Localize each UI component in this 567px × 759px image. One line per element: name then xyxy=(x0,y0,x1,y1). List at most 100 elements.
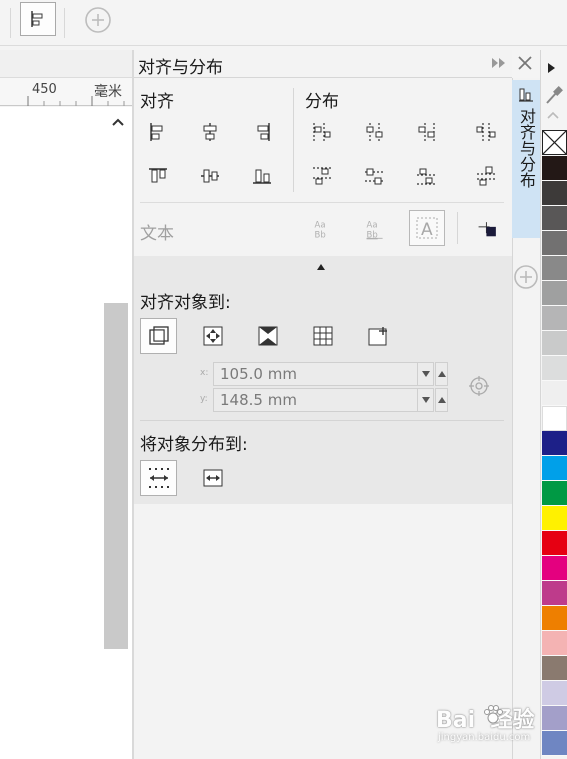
align-left-icon xyxy=(28,9,48,29)
drawing-canvas[interactable] xyxy=(0,107,104,759)
text-last-baseline-button[interactable]: Aa Bb xyxy=(362,216,388,242)
color-swatch[interactable] xyxy=(542,156,567,181)
align-to-active-objects-button[interactable] xyxy=(140,318,177,354)
text-bounding-box-icon: A xyxy=(416,217,438,240)
align-bottom-button[interactable] xyxy=(250,164,274,188)
color-swatch[interactable] xyxy=(542,531,567,556)
y-unit-dropdown[interactable] xyxy=(418,388,434,412)
color-swatch[interactable] xyxy=(542,631,567,656)
color-swatch[interactable] xyxy=(542,606,567,631)
docker-tab-label: 对齐与分布 xyxy=(517,108,536,188)
scroll-up-arrow[interactable] xyxy=(108,113,128,131)
text-first-baseline-button[interactable]: Aa Bb xyxy=(310,216,336,242)
align-top-button[interactable] xyxy=(146,164,170,188)
text-bounding-box-button[interactable]: A xyxy=(409,210,445,246)
distribute-top-icon xyxy=(313,167,331,185)
align-toolbar-button[interactable] xyxy=(20,2,56,36)
triangle-up-icon xyxy=(314,262,330,272)
align-right-icon xyxy=(257,123,270,141)
crosshair-target-button[interactable] xyxy=(467,374,491,398)
distribute-to-page-button[interactable] xyxy=(201,466,225,490)
align-to-grid-button[interactable] xyxy=(311,324,335,348)
triangle-down-icon xyxy=(421,370,431,378)
triangle-right-icon xyxy=(546,62,560,74)
color-swatch[interactable] xyxy=(542,656,567,681)
panel-title-bar: 对齐与分布 xyxy=(134,50,512,78)
y-coordinate-field[interactable]: 148.5 mm xyxy=(213,388,418,412)
svg-text:Aa: Aa xyxy=(315,219,326,229)
distribute-left-icon xyxy=(313,123,331,141)
align-center-horizontal-button[interactable] xyxy=(198,120,222,144)
color-swatch[interactable] xyxy=(542,256,567,281)
align-center-vertical-button[interactable] xyxy=(198,164,222,188)
y-coordinate-value: 148.5 mm xyxy=(220,391,297,409)
plus-circle-icon xyxy=(84,6,112,34)
no-color-swatch[interactable] xyxy=(542,130,567,155)
palette-menu-button[interactable] xyxy=(546,62,560,76)
color-swatch[interactable] xyxy=(542,506,567,531)
color-swatch[interactable] xyxy=(542,581,567,606)
color-swatch[interactable] xyxy=(542,206,567,231)
x-unit-dropdown[interactable] xyxy=(418,362,434,386)
distribute-bottom-button[interactable] xyxy=(414,164,438,188)
distribute-spacing-horizontal-button[interactable] xyxy=(474,120,498,144)
x-coordinate-field[interactable]: 105.0 mm xyxy=(213,362,418,386)
distribute-top-button[interactable] xyxy=(310,164,334,188)
collapse-panel-button[interactable] xyxy=(490,56,510,72)
watermark-logo: Bai 经验 jingyan.baidu.com xyxy=(436,700,546,750)
palette-scroll-up[interactable] xyxy=(546,110,562,124)
text-row-divider xyxy=(140,202,504,203)
text-last-baseline-icon: AaBb xyxy=(367,219,383,239)
color-swatch[interactable] xyxy=(542,556,567,581)
close-icon xyxy=(516,54,536,72)
color-swatch[interactable] xyxy=(542,456,567,481)
color-swatch[interactable] xyxy=(542,481,567,506)
distribute-center-vertical-button[interactable] xyxy=(362,164,386,188)
spin-up-icon[interactable] xyxy=(436,363,447,385)
distribute-center-horizontal-icon xyxy=(366,123,383,141)
panel-title: 对齐与分布 xyxy=(138,58,223,78)
distribute-right-button[interactable] xyxy=(414,120,438,144)
color-swatch[interactable] xyxy=(542,331,567,356)
anchor-point-button[interactable] xyxy=(474,216,502,244)
grid-icon xyxy=(313,326,333,346)
horizontal-ruler[interactable]: 450 毫米 xyxy=(0,78,132,106)
add-docker-button[interactable] xyxy=(513,264,539,290)
chevron-up-icon xyxy=(111,117,125,127)
align-right-button[interactable] xyxy=(250,120,274,144)
distribute-left-button[interactable] xyxy=(310,120,334,144)
double-chevron-right-icon xyxy=(490,56,510,70)
align-left-button[interactable] xyxy=(146,120,170,144)
spin-up-icon[interactable] xyxy=(436,389,447,411)
close-panel-button[interactable] xyxy=(516,54,536,74)
color-swatch[interactable] xyxy=(542,306,567,331)
watermark-paw-icon xyxy=(482,704,504,726)
scrollbar-thumb[interactable] xyxy=(104,303,128,649)
distribute-spacing-horizontal-icon xyxy=(476,123,496,141)
color-swatch[interactable] xyxy=(542,356,567,381)
y-coordinate-spinner[interactable] xyxy=(435,388,448,412)
section-collapse-toggle[interactable] xyxy=(314,262,330,274)
color-swatch[interactable] xyxy=(542,181,567,206)
distribute-center-vertical-icon xyxy=(365,168,383,185)
color-swatch[interactable] xyxy=(542,281,567,306)
distribute-spacing-vertical-button[interactable] xyxy=(474,164,498,188)
color-swatch[interactable] xyxy=(542,231,567,256)
align-to-specified-point-button[interactable] xyxy=(366,324,390,348)
x-coordinate-spinner[interactable] xyxy=(435,362,448,386)
align-to-page-center-button[interactable] xyxy=(256,324,280,348)
eyedropper-button[interactable] xyxy=(544,84,564,106)
distribute-to-selection-button[interactable] xyxy=(140,460,177,496)
align-center-horizontal-icon xyxy=(203,123,217,141)
distribute-center-horizontal-button[interactable] xyxy=(362,120,386,144)
x-coordinate-value: 105.0 mm xyxy=(220,365,297,383)
align-to-page-edge-button[interactable] xyxy=(201,324,225,348)
align-left-icon xyxy=(150,123,163,141)
vertical-scrollbar[interactable] xyxy=(104,107,132,759)
color-swatch[interactable] xyxy=(542,431,567,456)
add-toolbar-button[interactable] xyxy=(84,6,112,34)
svg-text:A: A xyxy=(421,220,433,240)
color-swatch[interactable] xyxy=(542,406,567,431)
docker-tab-align-distribute[interactable]: 对齐与分布 xyxy=(512,80,540,238)
color-swatch[interactable] xyxy=(542,381,567,406)
